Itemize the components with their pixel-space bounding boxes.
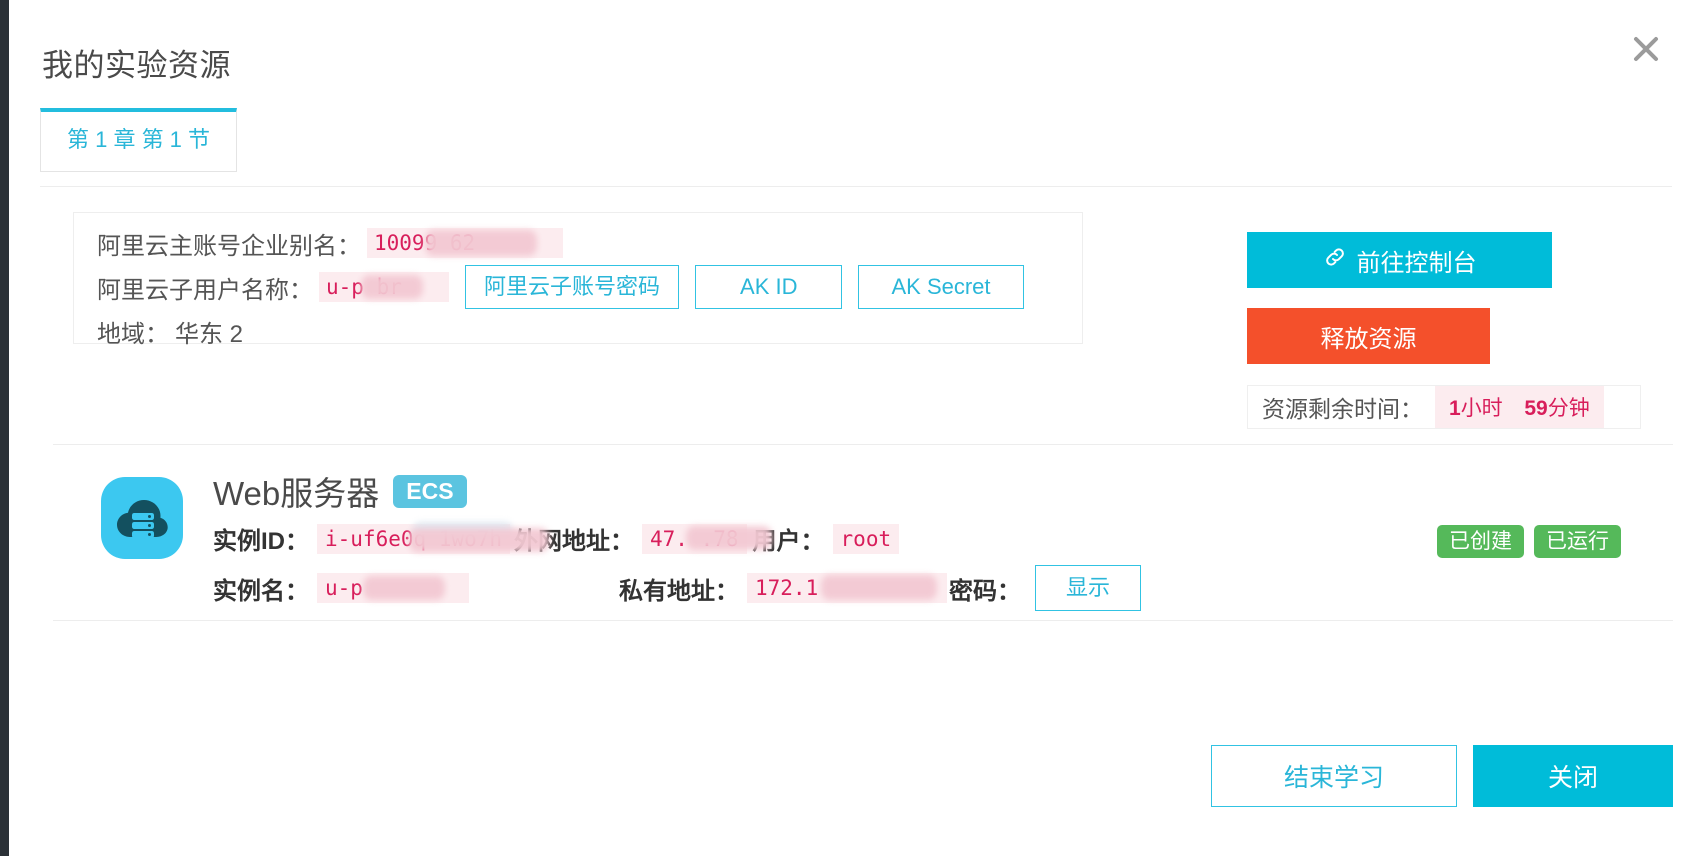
resource-status-badges: 已创建 已运行	[1437, 525, 1621, 558]
ak-id-button[interactable]: AK ID	[695, 265, 843, 309]
instance-id-label: 实例ID：	[213, 528, 309, 555]
screen: 我的实验资源 第 1 章 第 1 节 阿里云主账号企业别名： 10099 62 …	[0, 0, 1701, 856]
redaction-mask	[409, 527, 549, 552]
page-title: 我的实验资源	[42, 48, 231, 83]
redaction-mask	[686, 525, 773, 550]
remaining-minutes-unit: 分钟	[1547, 397, 1590, 420]
dialog-footer: 结束学习 关闭	[9, 745, 1701, 807]
ak-secret-button[interactable]: AK Secret	[858, 265, 1024, 309]
remaining-time-label: 资源剩余时间：	[1262, 396, 1423, 422]
private-ip-value: 172.1	[747, 573, 947, 603]
account-alias-value: 10099 62	[367, 228, 563, 258]
my-lab-resources-dialog: 我的实验资源 第 1 章 第 1 节 阿里云主账号企业别名： 10099 62 …	[9, 0, 1701, 856]
public-ip-value: 47. .78	[642, 523, 773, 554]
account-alias-label: 阿里云主账号企业别名：	[97, 232, 361, 260]
show-password-button[interactable]: 显示	[1035, 565, 1142, 611]
redaction-mask	[361, 275, 423, 299]
tab-chapter-1-section-1[interactable]: 第 1 章 第 1 节	[40, 108, 238, 172]
finish-study-button[interactable]: 结束学习	[1211, 745, 1457, 807]
remaining-minutes: 59	[1524, 397, 1548, 420]
instance-id-value: i-uf6e0q 1wo7h	[317, 521, 549, 554]
account-alias-row: 阿里云主账号企业别名： 10099 62	[97, 221, 1097, 265]
resource-name: Web服务器	[213, 475, 380, 512]
resource-type-badge: ECS	[393, 474, 467, 508]
redaction-mask	[821, 575, 937, 600]
instance-name-label: 实例名：	[213, 577, 309, 605]
window-edge-strip	[0, 0, 9, 856]
chapter-tabs: 第 1 章 第 1 节	[40, 108, 238, 172]
account-info-rows: 阿里云主账号企业别名： 10099 62 阿里云子用户名称： u-p br 阿里…	[97, 221, 1097, 353]
redaction-mask	[363, 576, 445, 600]
remaining-hours-unit: 小时	[1460, 397, 1503, 420]
go-to-console-button[interactable]: 前往控制台	[1247, 232, 1552, 288]
private-ip-label: 私有地址：	[619, 577, 739, 605]
remaining-time-box: 资源剩余时间： 1小时 59分钟	[1247, 385, 1641, 429]
resource-detail-row-1: 实例ID： i-uf6e0q 1wo7h 外网地址： 47. .78 用户： r…	[213, 521, 900, 556]
redaction-mask	[425, 230, 537, 256]
go-to-console-label: 前往控制台	[1356, 249, 1477, 277]
region-label: 地域：	[97, 320, 169, 348]
user-value: root	[832, 523, 900, 554]
sub-user-label: 阿里云子用户名称：	[97, 276, 313, 304]
status-badge-created: 已创建	[1437, 525, 1524, 558]
region-value: 华东 2	[175, 320, 244, 348]
region-row: 地域： 华东 2	[97, 309, 1097, 353]
close-dialog-button[interactable]: 关闭	[1473, 745, 1673, 807]
resource-detail-row-2: 实例名： u-p 私有地址： 172.1 密码： 显示	[213, 565, 1142, 611]
sub-account-password-button[interactable]: 阿里云子账号密码	[465, 265, 680, 309]
sub-user-value: u-p br	[319, 272, 449, 302]
sub-user-row: 阿里云子用户名称： u-p br 阿里云子账号密码 AK ID AK Secre…	[97, 265, 1097, 309]
resource-card-divider	[53, 620, 1673, 621]
tabs-divider	[40, 186, 1672, 187]
close-icon[interactable]	[1625, 28, 1667, 70]
password-label: 密码：	[949, 577, 1021, 605]
resource-title: Web服务器 ECS	[213, 467, 467, 515]
link-icon	[1323, 245, 1347, 276]
release-resource-button[interactable]: 释放资源	[1247, 308, 1490, 364]
ecs-cloud-server-icon	[101, 477, 183, 559]
remaining-hours: 1	[1449, 397, 1461, 420]
instance-name-value: u-p	[317, 573, 469, 603]
resource-card: Web服务器 ECS 实例ID： i-uf6e0q 1wo7h 外网地址： 47…	[53, 445, 1673, 620]
status-badge-running: 已运行	[1534, 525, 1621, 558]
remaining-time-value: 1小时 59分钟	[1435, 386, 1604, 428]
